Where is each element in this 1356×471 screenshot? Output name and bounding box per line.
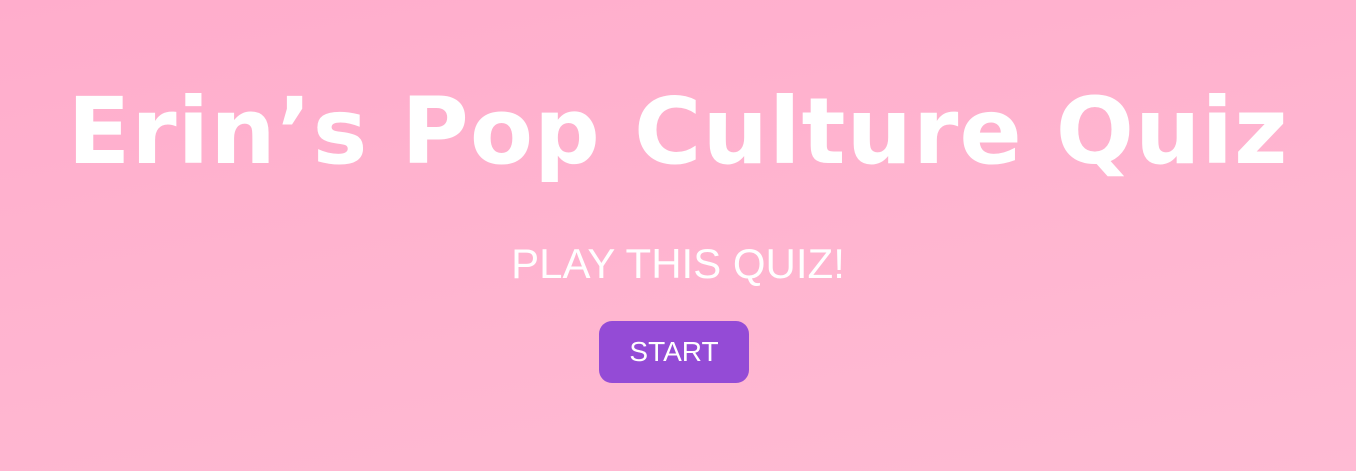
start-button[interactable]: START xyxy=(599,321,749,383)
quiz-start-screen: Erin’s Pop Culture Quiz PLAY THIS QUIZ! … xyxy=(0,0,1356,471)
play-prompt: PLAY THIS QUIZ! xyxy=(511,240,845,287)
page-title: Erin’s Pop Culture Quiz xyxy=(67,78,1289,185)
